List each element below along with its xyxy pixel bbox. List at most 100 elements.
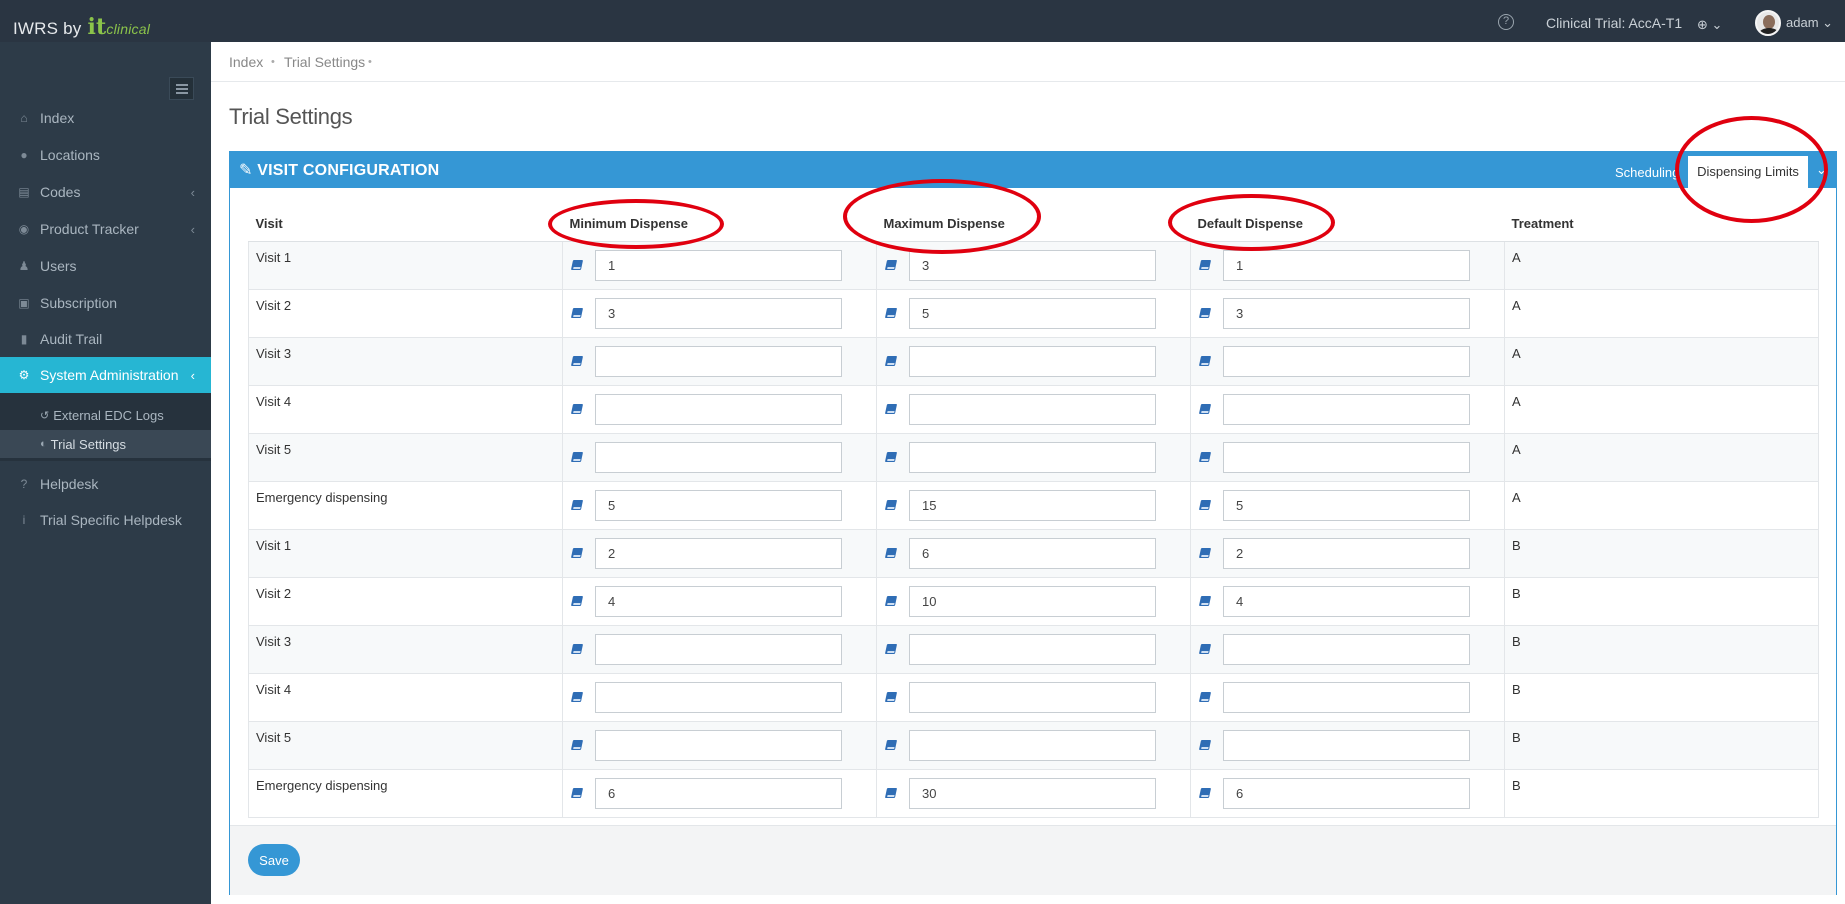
book-icon[interactable] <box>884 788 898 798</box>
default-dispense-input[interactable] <box>1223 537 1470 569</box>
breadcrumb-index[interactable]: Index <box>229 54 263 70</box>
save-button[interactable]: Save <box>248 844 300 876</box>
maximum-dispense-input[interactable] <box>909 777 1156 809</box>
minimum-dispense-input[interactable] <box>595 777 842 809</box>
book-icon[interactable] <box>570 356 584 366</box>
minimum-dispense-input[interactable] <box>595 585 842 617</box>
sidebar-item-users[interactable]: ♟ Users <box>0 248 211 284</box>
minimum-dispense-input[interactable] <box>595 681 842 713</box>
minimum-dispense-input[interactable] <box>595 441 842 473</box>
maximum-dispense-input[interactable] <box>909 345 1156 377</box>
book-icon[interactable] <box>1198 692 1212 702</box>
sidebar-item-label: Index <box>40 110 75 126</box>
book-icon[interactable] <box>1198 596 1212 606</box>
book-icon[interactable] <box>1198 788 1212 798</box>
sidebar-item-audit-trail[interactable]: ▮ Audit Trail <box>0 321 211 357</box>
minimum-dispense-input[interactable] <box>595 633 842 665</box>
sidebar-item-product-tracker[interactable]: ◉ Product Tracker ‹ <box>0 211 211 247</box>
sidebar-item-system-administration[interactable]: ⚙ System Administration ‹ <box>0 357 211 393</box>
globe-icon[interactable]: ⊕ ⌄ <box>1697 17 1722 33</box>
book-icon[interactable] <box>884 500 898 510</box>
maximum-dispense-input[interactable] <box>909 489 1156 521</box>
minimum-dispense-input[interactable] <box>595 249 842 281</box>
maximum-dispense-input[interactable] <box>909 681 1156 713</box>
max-dispense-cell <box>876 528 1191 577</box>
default-dispense-input[interactable] <box>1223 729 1470 761</box>
sidebar-item-helpdesk[interactable]: ? Helpdesk <box>0 466 211 502</box>
default-dispense-input[interactable] <box>1223 585 1470 617</box>
book-icon[interactable] <box>884 692 898 702</box>
table-row: Visit 2 B <box>248 576 1819 625</box>
user-menu[interactable]: adam ⌄ <box>1786 15 1833 31</box>
question-circle-icon[interactable]: ? <box>1498 14 1514 30</box>
maximum-dispense-input[interactable] <box>909 633 1156 665</box>
panel-header: ✎ VISIT CONFIGURATION Scheduling Dispens… <box>230 152 1836 188</box>
book-icon[interactable] <box>884 740 898 750</box>
maximum-dispense-input[interactable] <box>909 393 1156 425</box>
maximum-dispense-input[interactable] <box>909 585 1156 617</box>
book-icon[interactable] <box>570 308 584 318</box>
book-icon[interactable] <box>1198 308 1212 318</box>
sidebar-subitem-external-edc-logs[interactable]: ↺ External EDC Logs <box>0 401 211 429</box>
tab-scheduling[interactable]: Scheduling <box>1615 165 1679 180</box>
book-icon[interactable] <box>570 692 584 702</box>
maximum-dispense-input[interactable] <box>909 537 1156 569</box>
book-icon[interactable] <box>1198 644 1212 654</box>
book-icon[interactable] <box>884 404 898 414</box>
default-dispense-input[interactable] <box>1223 489 1470 521</box>
book-icon[interactable] <box>1198 500 1212 510</box>
default-dispense-input[interactable] <box>1223 297 1470 329</box>
book-icon[interactable] <box>570 260 584 270</box>
book-icon[interactable] <box>1198 548 1212 558</box>
minimum-dispense-input[interactable] <box>595 537 842 569</box>
book-icon[interactable] <box>884 308 898 318</box>
book-icon[interactable] <box>884 356 898 366</box>
minimum-dispense-input[interactable] <box>595 393 842 425</box>
default-dispense-input[interactable] <box>1223 681 1470 713</box>
sidebar-item-index[interactable]: ⌂ Index <box>0 100 211 136</box>
book-icon[interactable] <box>570 788 584 798</box>
book-icon[interactable] <box>570 452 584 462</box>
default-dispense-input[interactable] <box>1223 441 1470 473</box>
sidebar-item-codes[interactable]: ▤ Codes ‹ <box>0 174 211 210</box>
default-dispense-input[interactable] <box>1223 633 1470 665</box>
sidebar-subitem-trial-settings[interactable]: ◐ Trial Settings <box>0 430 211 458</box>
avatar[interactable] <box>1755 10 1781 36</box>
book-icon[interactable] <box>570 740 584 750</box>
maximum-dispense-input[interactable] <box>909 297 1156 329</box>
minimum-dispense-input[interactable] <box>595 345 842 377</box>
book-icon[interactable] <box>570 500 584 510</box>
sidebar-item-subscription[interactable]: ▣ Subscription <box>0 285 211 321</box>
default-dispense-input[interactable] <box>1223 249 1470 281</box>
book-icon[interactable] <box>1198 404 1212 414</box>
book-icon[interactable] <box>884 644 898 654</box>
minimum-dispense-input[interactable] <box>595 297 842 329</box>
book-icon[interactable] <box>884 260 898 270</box>
book-icon[interactable] <box>570 404 584 414</box>
sidebar-item-trial-specific-helpdesk[interactable]: i Trial Specific Helpdesk <box>0 502 211 538</box>
maximum-dispense-input[interactable] <box>909 729 1156 761</box>
default-dispense-input[interactable] <box>1223 777 1470 809</box>
brand-logo[interactable]: IWRS by itclinical <box>13 14 150 40</box>
book-icon[interactable] <box>570 644 584 654</box>
maximum-dispense-input[interactable] <box>909 249 1156 281</box>
book-icon[interactable] <box>884 548 898 558</box>
book-icon[interactable] <box>884 596 898 606</box>
breadcrumb-trial-settings[interactable]: Trial Settings <box>284 54 365 70</box>
book-icon[interactable] <box>884 452 898 462</box>
default-dispense-input[interactable] <box>1223 345 1470 377</box>
default-dispense-input[interactable] <box>1223 393 1470 425</box>
maximum-dispense-input[interactable] <box>909 441 1156 473</box>
menu-toggle-icon[interactable] <box>169 77 194 100</box>
book-icon[interactable] <box>1198 740 1212 750</box>
book-icon[interactable] <box>1198 260 1212 270</box>
minimum-dispense-input[interactable] <box>595 729 842 761</box>
minimum-dispense-input[interactable] <box>595 489 842 521</box>
table-row: Visit 4 B <box>248 672 1819 721</box>
book-icon[interactable] <box>570 548 584 558</box>
sidebar-item-locations[interactable]: ● Locations <box>0 137 211 173</box>
book-icon[interactable] <box>1198 452 1212 462</box>
book-icon[interactable] <box>570 596 584 606</box>
book-icon[interactable] <box>1198 356 1212 366</box>
clinical-trial-selector[interactable]: Clinical Trial: AccA-T1 <box>1546 15 1682 31</box>
